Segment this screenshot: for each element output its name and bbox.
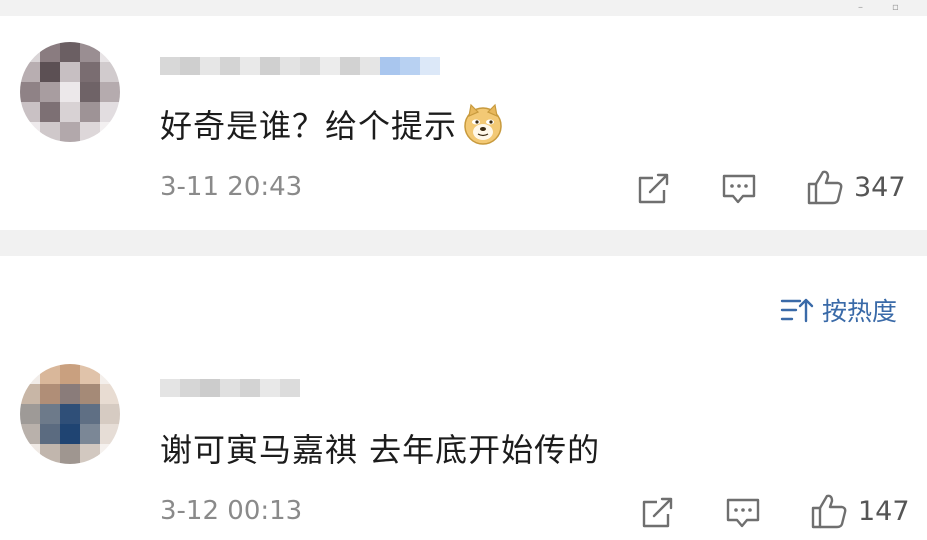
share-icon	[638, 173, 669, 204]
share-icon	[642, 497, 673, 528]
like-count: 347	[854, 171, 906, 203]
sort-label: 按热度	[822, 297, 898, 326]
comment-text: 好奇是谁？给个提示	[160, 98, 505, 150]
comment-reply-button[interactable]	[725, 496, 761, 530]
username-blurred[interactable]	[160, 46, 440, 86]
top-status-strip: – ▫	[0, 0, 927, 16]
comment-item: 谢可寅马嘉祺 去年底开始传的 3-12 00:13 147	[0, 350, 927, 540]
like-button[interactable]: 147	[810, 492, 910, 530]
avatar[interactable]	[20, 364, 120, 464]
thumbs-up-icon	[811, 494, 847, 529]
like-count: 147	[858, 495, 910, 527]
section-divider	[0, 230, 927, 256]
minimize-icon[interactable]: –	[858, 2, 863, 13]
share-button[interactable]	[640, 496, 676, 530]
comment-icon	[722, 174, 756, 204]
doge-emoji-icon	[461, 102, 505, 146]
like-button[interactable]: 347	[806, 168, 906, 206]
avatar[interactable]	[20, 42, 120, 142]
thumbs-up-icon	[807, 170, 843, 205]
comment-text: 谢可寅马嘉祺 去年底开始传的	[160, 431, 601, 469]
comment-reply-button[interactable]	[721, 172, 757, 206]
comment-timestamp: 3-11 20:43	[160, 172, 303, 202]
username-blurred[interactable]	[160, 368, 300, 408]
comment-text-content: 好奇是谁？给个提示	[160, 107, 458, 145]
comment-timestamp: 3-12 00:13	[160, 496, 303, 526]
window-icon[interactable]: ▫	[892, 2, 899, 13]
sort-by-hot-button[interactable]: 按热度	[780, 292, 897, 328]
comment-icon	[726, 498, 760, 528]
sort-icon	[780, 298, 814, 323]
share-button[interactable]	[636, 172, 672, 206]
comment-item: 好奇是谁？给个提示 3-11 20:43 347	[0, 16, 927, 230]
